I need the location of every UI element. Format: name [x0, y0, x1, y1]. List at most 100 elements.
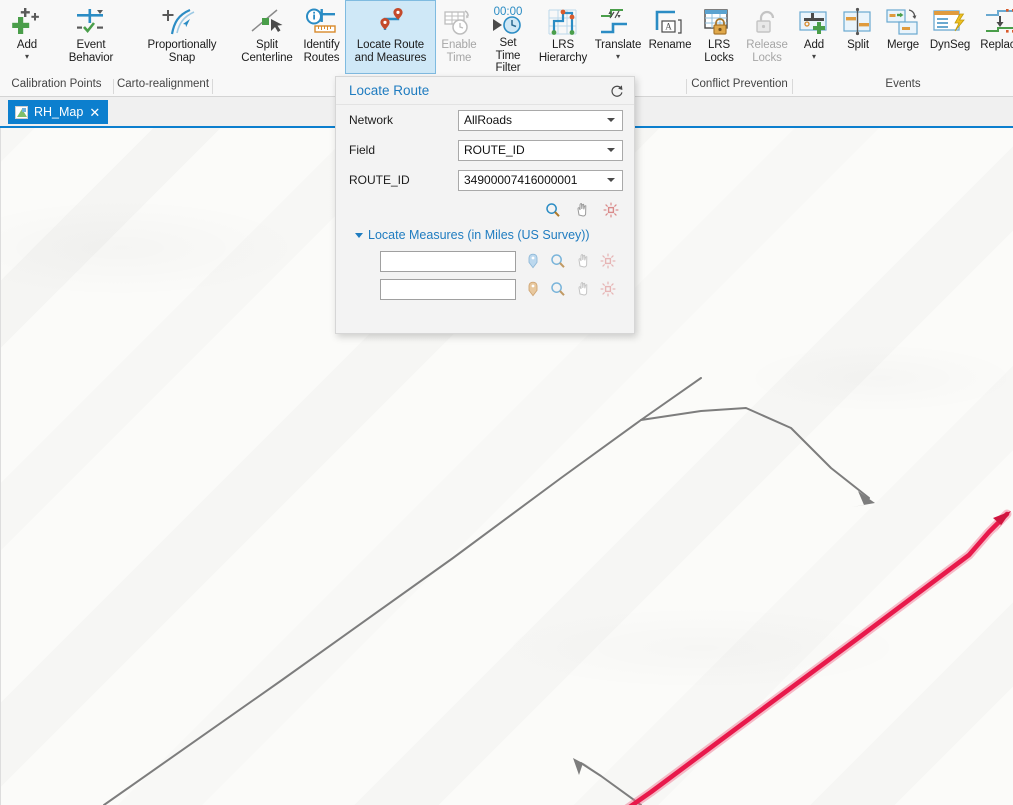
enable-time-icon	[441, 5, 477, 39]
ribbon-button-label: LRS Locks	[704, 39, 734, 64]
pan-to-measure-icon[interactable]	[575, 253, 591, 269]
ribbon-button-locate-route-and-measures[interactable]: Locate Route and Measures	[345, 0, 436, 74]
locate-measure-pin-icon[interactable]	[525, 281, 541, 297]
ribbon-button-label: Merge	[886, 39, 920, 51]
route-id-combobox-value: 34900007416000001	[464, 173, 578, 187]
ribbon-group-conflict-prevention: LRS Locks Release Locks	[696, 0, 792, 76]
arrowhead-lower	[573, 758, 592, 775]
ribbon-group-events: Add ▾ Split Merge DynSeg Replac	[792, 0, 1013, 76]
close-icon[interactable]: ✕	[89, 106, 100, 119]
field-label-field: Field	[349, 143, 376, 157]
zoom-to-route-icon[interactable]	[545, 202, 561, 218]
chevron-down-icon[interactable]	[607, 178, 615, 182]
to-measure-input[interactable]	[380, 278, 516, 300]
ribbon-group-label-conflict-prevention: Conflict Prevention	[691, 78, 788, 90]
identify-routes-icon	[303, 5, 341, 39]
ribbon-button-label: Set Time Filter	[495, 37, 521, 74]
pan-to-measure-icon[interactable]	[575, 281, 591, 297]
chevron-down-icon[interactable]: ▾	[812, 52, 816, 61]
ribbon-button-rename[interactable]: A Rename	[644, 0, 696, 74]
flash-measure-icon[interactable]	[600, 253, 616, 269]
road-diagonal-main	[103, 377, 702, 805]
ribbon-group-label-calibration-points: Calibration Points	[11, 78, 102, 90]
chevron-down-icon[interactable]: ▾	[25, 52, 29, 61]
ribbon-button-merge-event[interactable]: Merge	[880, 0, 926, 74]
ribbon-button-label: Proportionally Snap	[147, 39, 217, 64]
lrs-locks-icon	[701, 5, 737, 39]
event-behavior-icon	[73, 5, 109, 39]
chevron-down-icon[interactable]: ▾	[616, 52, 620, 61]
chevron-down-icon[interactable]	[607, 148, 615, 152]
road-arch-upper	[640, 407, 870, 499]
release-locks-icon	[749, 5, 785, 39]
selected-route-halo	[624, 509, 1012, 805]
ribbon-button-label: Split	[847, 39, 869, 51]
ribbon-button-translate[interactable]: Translate ▾	[592, 0, 644, 74]
ribbon-button-set-time-filter[interactable]: 00:00 Set Time Filter	[482, 0, 534, 74]
ribbon-button-label: Locate Route and Measures	[354, 39, 427, 64]
ribbon-button-add-calibration-point[interactable]: Add ▾	[0, 0, 54, 74]
ribbon-button-label: Split Centerline	[241, 39, 293, 64]
set-time-filter-icon: 00:00	[487, 5, 529, 37]
pan-to-route-icon[interactable]	[574, 202, 590, 218]
ribbon-group-label-events: Events	[885, 78, 921, 90]
ribbon-group-label-carto-realignment: Carto-realignment	[116, 78, 210, 90]
ribbon-button-dynseg[interactable]: DynSeg	[926, 0, 974, 74]
ribbon-button-label: LRS Hierarchy	[538, 39, 588, 64]
chevron-down-icon[interactable]	[355, 232, 363, 238]
locate-measures-header-label: Locate Measures (in Miles (US Survey))	[368, 228, 590, 242]
ribbon-button-proportionally-snap[interactable]: Proportionally Snap	[128, 0, 236, 74]
ribbon-button-label: Identify Routes	[303, 39, 340, 64]
ribbon-button-event-behavior[interactable]: Event Behavior	[54, 0, 128, 74]
ribbon-button-split-event[interactable]: Split	[836, 0, 880, 74]
locate-measure-pin-icon[interactable]	[525, 253, 541, 269]
chevron-down-icon[interactable]	[607, 118, 615, 122]
ribbon-button-replace-event[interactable]: Replace	[974, 0, 1013, 74]
ribbon-button-label: Release Locks	[746, 39, 788, 64]
network-combobox[interactable]: AllRoads	[458, 109, 623, 131]
ribbon-button-add-event[interactable]: Add ▾	[792, 0, 836, 74]
flash-measure-icon[interactable]	[600, 281, 616, 297]
tab-label: RH_Map	[34, 105, 84, 119]
proportionally-snap-icon	[160, 5, 204, 39]
dialog-title-row: Locate Route	[336, 77, 634, 105]
ribbon-button-identify-routes[interactable]: Identify Routes	[298, 0, 345, 74]
measure-row-to	[336, 275, 634, 303]
ribbon-button-label: Translate	[594, 39, 642, 51]
add-event-icon	[796, 5, 832, 39]
road-network	[103, 377, 870, 805]
dialog-field-network: Network AllRoads	[336, 105, 634, 135]
ribbon-button-label: Event Behavior	[68, 39, 114, 64]
ribbon-group-routes: Split Centerline Identify Routes Locate …	[236, 0, 696, 76]
ribbon-group-label-divider	[212, 79, 213, 94]
ribbon-button-label: Add	[803, 39, 825, 51]
clock-text: 00:00	[494, 6, 523, 18]
road-branch-lower	[580, 762, 642, 805]
arcgis-pro-window: Add ▾ Event Behavior Proportionally Snap…	[0, 0, 1013, 805]
field-combobox-value: ROUTE_ID	[464, 143, 525, 157]
ribbon-group-carto-realignment: Proportionally Snap	[128, 0, 236, 76]
dynseg-icon	[931, 5, 969, 39]
field-combobox[interactable]: ROUTE_ID	[458, 139, 623, 161]
ribbon-groups: Add ▾ Event Behavior Proportionally Snap…	[0, 0, 1013, 76]
zoom-to-measure-icon[interactable]	[550, 281, 566, 297]
from-measure-input[interactable]	[380, 250, 516, 272]
route-id-combobox[interactable]: 34900007416000001	[458, 169, 623, 191]
dialog-title: Locate Route	[349, 83, 430, 98]
ribbon-button-lrs-locks[interactable]: LRS Locks	[696, 0, 742, 74]
flash-route-icon[interactable]	[603, 202, 619, 218]
dialog-field-field: Field ROUTE_ID	[336, 135, 634, 165]
zoom-to-measure-icon[interactable]	[550, 253, 566, 269]
locate-measures-section-header[interactable]: Locate Measures (in Miles (US Survey))	[336, 223, 634, 247]
ribbon-button-label: Rename	[648, 39, 692, 51]
field-label-network: Network	[349, 113, 394, 127]
field-label-route-id: ROUTE_ID	[349, 173, 410, 187]
ribbon-button-split-centerline[interactable]: Split Centerline	[236, 0, 298, 74]
refresh-icon[interactable]	[608, 82, 626, 100]
tab-rh-map[interactable]: RH_Map ✕	[8, 100, 109, 124]
ribbon-button-lrs-hierarchy[interactable]: LRS Hierarchy	[534, 0, 592, 74]
ribbon-button-enable-time: Enable Time	[436, 0, 482, 74]
dialog-field-route-id: ROUTE_ID 34900007416000001	[336, 165, 634, 195]
merge-event-icon	[884, 5, 922, 39]
locate-route-and-measures-icon	[369, 5, 413, 39]
